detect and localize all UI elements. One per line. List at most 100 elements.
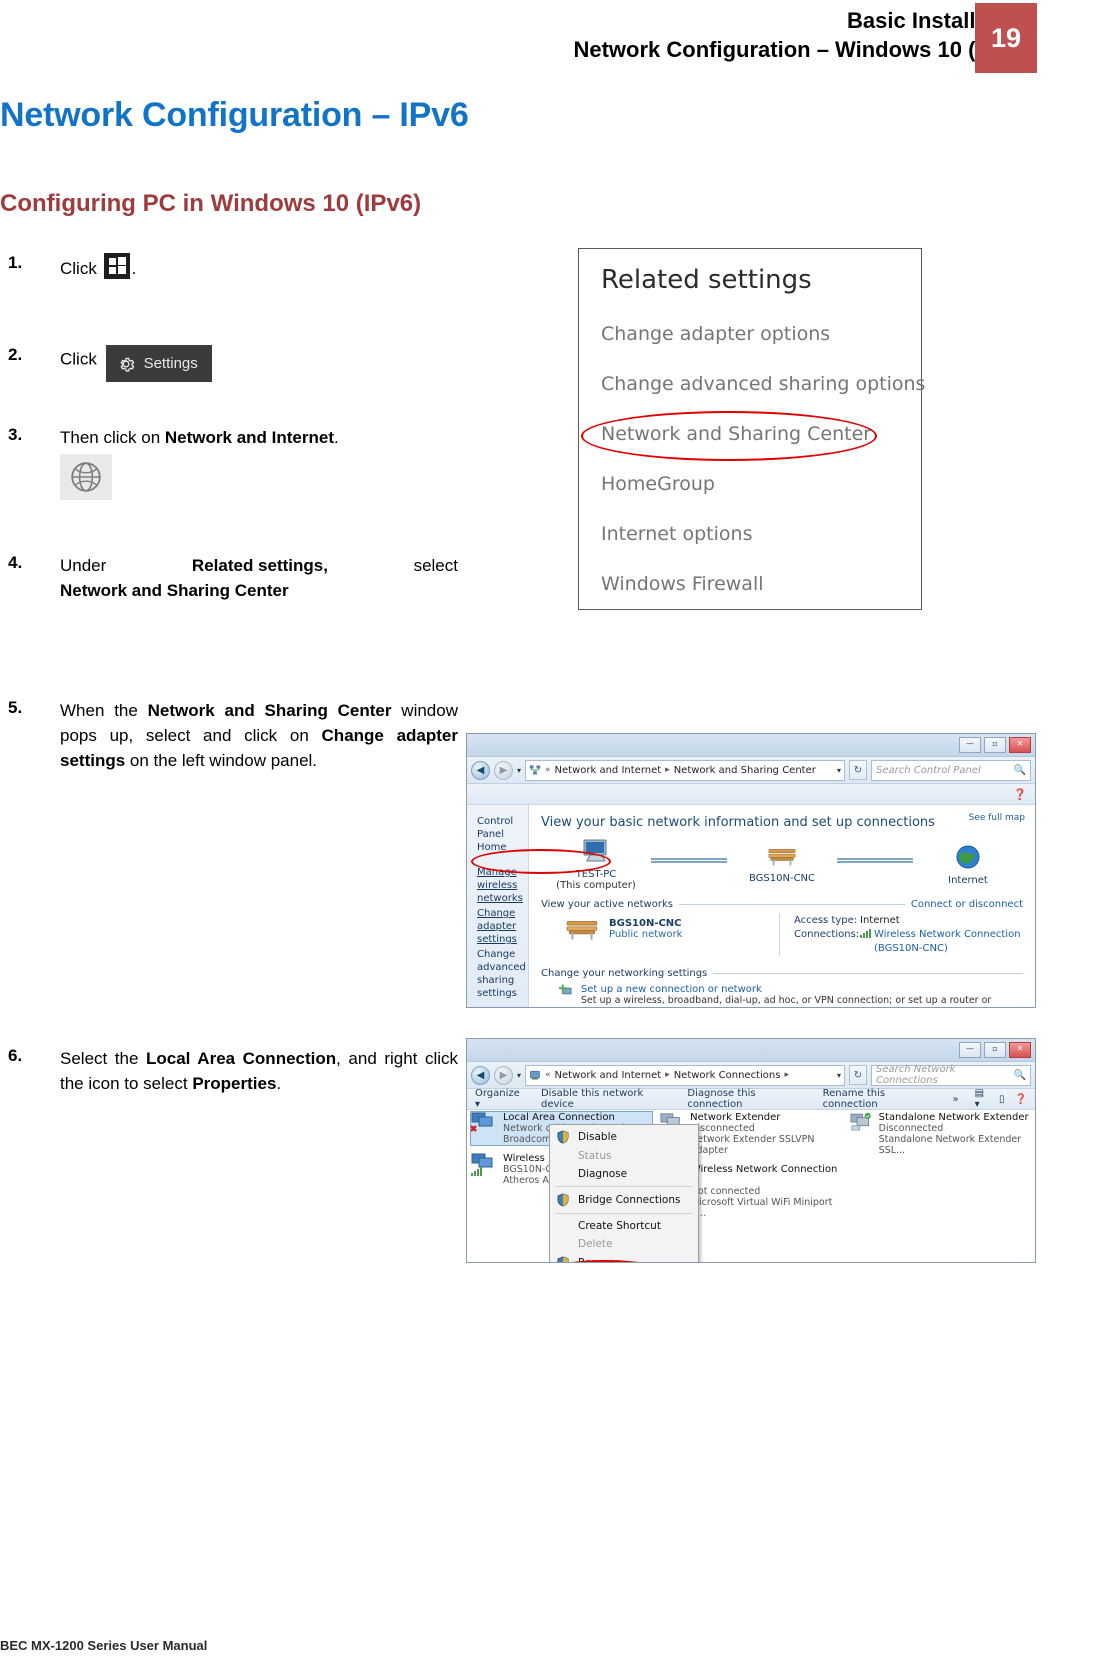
network-connections-window: — ▫ ✕ ◀ ▶ ▾ « Network and Internet ▸ Net… <box>466 1038 1036 1263</box>
globe-icon[interactable] <box>60 454 112 500</box>
nsc-close-button[interactable]: ✕ <box>1009 737 1031 753</box>
shield-icon <box>557 1130 569 1144</box>
settings-button-chip[interactable]: Settings <box>105 345 212 382</box>
view-mode-icon[interactable]: ▤ ▾ <box>975 1088 989 1110</box>
topology-node-internet[interactable]: Internet <box>913 844 1023 886</box>
task-1-desc: Set up a wireless, broadband, dial-up, a… <box>580 995 992 1007</box>
add-connection-icon <box>559 984 572 995</box>
related-setting-change-adapter-options[interactable]: Change adapter options <box>601 323 830 345</box>
context-menu-disable-label: Disable <box>578 1131 617 1143</box>
step-4-pre: Under <box>60 556 107 575</box>
help-icon[interactable]: ❓ <box>1013 788 1027 801</box>
nsc-refresh-button[interactable]: ↻ <box>849 760 867 780</box>
nc-forward-button[interactable]: ▶ <box>494 1065 513 1085</box>
topology-node-network[interactable]: BGS10N-CNC <box>727 846 837 884</box>
step-1-text-before: Click <box>60 259 97 278</box>
toolbar-organize-button[interactable]: Organize ▾ <box>475 1088 525 1110</box>
nsc-minimize-button[interactable]: — <box>959 737 981 753</box>
related-setting-internet-options[interactable]: Internet options <box>601 523 752 545</box>
preview-pane-icon[interactable]: ▯ <box>999 1094 1005 1105</box>
nsc-search-input[interactable]: Search Control Panel 🔍 <box>871 759 1031 781</box>
active-network-type[interactable]: Public network <box>609 929 682 940</box>
connection-standalone-network-extender[interactable]: Standalone Network Extender Disconnected… <box>850 1112 1031 1156</box>
nc-history-caret-icon[interactable]: ▾ <box>517 1071 521 1080</box>
step-4-line2: Network and Sharing Center <box>60 581 289 600</box>
step-1-text-after: . <box>131 259 137 278</box>
nsc-back-button[interactable]: ◀ <box>471 760 490 780</box>
nc-crumb-1[interactable]: Network and Internet <box>555 1070 662 1081</box>
nsc-history-caret-icon[interactable]: ▾ <box>517 766 521 775</box>
step-1-number: 1. <box>8 253 23 272</box>
context-menu-item-bridge-connections[interactable]: Bridge Connections <box>550 1190 698 1210</box>
context-menu-bridge-label: Bridge Connections <box>578 1194 681 1206</box>
nc-back-button[interactable]: ◀ <box>471 1065 490 1085</box>
related-setting-homegroup[interactable]: HomeGroup <box>601 473 715 495</box>
page-header: Basic Installation Network Configuration… <box>0 0 1110 75</box>
connections-value[interactable]: Wireless Network Connection <box>874 929 1021 940</box>
context-menu-diagnose-label: Diagnose <box>578 1168 628 1180</box>
sidebar-item-change-adapter-settings[interactable]: Change adapter settings <box>477 907 528 946</box>
context-menu-item-diagnose[interactable]: Diagnose <box>550 1165 698 1183</box>
context-menu-item-disable[interactable]: Disable <box>550 1127 698 1147</box>
nsc-titlebar: — ▫ ✕ <box>467 734 1035 757</box>
context-menu-separator-1 <box>556 1186 692 1187</box>
nsc-address-dropdown-icon[interactable]: ▾ <box>837 766 841 775</box>
active-network-name: BGS10N-CNC <box>609 918 682 929</box>
sidebar-item-manage-wireless-networks[interactable]: Manage wireless networks <box>477 866 528 905</box>
topology-node-computer-sub: (This computer) <box>556 880 636 891</box>
nc-close-button[interactable]: ✕ <box>1009 1042 1031 1058</box>
nc-maximize-button[interactable]: ▫ <box>984 1042 1006 1058</box>
step-3-number: 3. <box>8 425 23 444</box>
nc-search-placeholder: Search Network Connections <box>876 1064 956 1086</box>
nc-breadcrumb[interactable]: « Network and Internet ▸ Network Connect… <box>525 1064 845 1086</box>
topology-node-computer[interactable]: TEST-PC (This computer) <box>541 838 651 891</box>
topology-node-computer-label: TEST-PC <box>575 869 617 880</box>
connection-5-text: Standalone Network Extender Disconnected… <box>879 1112 1031 1156</box>
nsc-forward-button[interactable]: ▶ <box>494 760 513 780</box>
nsc-crumb-1[interactable]: Network and Internet <box>555 765 662 776</box>
nsc-sidebar: Control Panel Home Manage wireless netwo… <box>467 805 611 1007</box>
help-icon[interactable]: ❓ <box>1015 1094 1027 1105</box>
nsc-maximize-button[interactable]: ▫ <box>984 737 1006 753</box>
nc-search-input[interactable]: Search Network Connections 🔍 <box>871 1064 1031 1086</box>
nc-crumb-prefix: « <box>545 1070 551 1080</box>
sidebar-item-control-panel-home[interactable]: Control Panel Home <box>477 815 528 854</box>
globe-earth-icon <box>956 845 980 868</box>
nsc-search-placeholder: Search Control Panel <box>876 764 981 776</box>
toolbar-overflow-button[interactable]: » <box>952 1094 958 1105</box>
windows-logo-icon[interactable] <box>103 253 130 279</box>
bench-icon <box>768 848 796 865</box>
connection-5-adapter: Standalone Network Extender SSL... <box>878 1134 1022 1156</box>
step-3-bold: Network and Internet <box>164 428 334 447</box>
connect-or-disconnect-link[interactable]: Connect or disconnect <box>911 899 1023 910</box>
page-title: Network Configuration – IPv6 <box>0 96 469 134</box>
nsc-main-panel: See full map View your basic network inf… <box>529 805 1035 1007</box>
sidebar-item-change-advanced-sharing-settings[interactable]: Change advanced sharing settings <box>477 948 528 1000</box>
related-setting-change-advanced-sharing-options[interactable]: Change advanced sharing options <box>601 373 925 395</box>
toolbar-diagnose-button[interactable]: Diagnose this connection <box>687 1088 806 1110</box>
nsc-breadcrumb[interactable]: « Network and Internet ▸ Network and Sha… <box>525 759 845 781</box>
toolbar-disable-device-button[interactable]: Disable this network device <box>541 1088 671 1110</box>
related-settings-panel: Related settings Change adapter options … <box>578 248 925 610</box>
change-networking-settings-header: Change your networking settings <box>541 968 1023 979</box>
nsc-main-heading: View your basic network information and … <box>541 815 935 830</box>
context-menu-item-rename[interactable]: Rename <box>550 1253 698 1262</box>
nsc-address-bar: ◀ ▶ ▾ « Network and Internet ▸ Network a… <box>467 757 1035 784</box>
task-set-up-new-connection[interactable]: Set up a new connection or network Set u… <box>559 984 1023 1007</box>
nc-crumb-2[interactable]: Network Connections <box>674 1070 781 1081</box>
nc-minimize-button[interactable]: — <box>959 1042 981 1058</box>
nc-refresh-button[interactable]: ↻ <box>849 1065 867 1085</box>
context-menu-item-create-shortcut[interactable]: Create Shortcut <box>550 1217 698 1235</box>
task-1-link[interactable]: Set up a new connection or network <box>581 984 1023 995</box>
globe-icon-glyph <box>71 462 101 492</box>
related-setting-network-and-sharing-center[interactable]: Network and Sharing Center <box>601 423 871 445</box>
see-full-map-link[interactable]: See full map <box>969 813 1025 823</box>
nc-address-dropdown-icon[interactable]: ▾ <box>837 1071 841 1080</box>
toolbar-rename-button[interactable]: Rename this connection <box>823 1088 937 1110</box>
nsc-crumb-2[interactable]: Network and Sharing Center <box>674 765 816 776</box>
step-4-bold: Related settings, <box>191 556 328 575</box>
related-setting-windows-firewall[interactable]: Windows Firewall <box>601 573 764 595</box>
step-3-body: Then click on Network and Internet. <box>60 425 339 500</box>
nc-titlebar: — ▫ ✕ <box>467 1039 1035 1062</box>
context-menu-item-delete: Delete <box>550 1235 698 1253</box>
